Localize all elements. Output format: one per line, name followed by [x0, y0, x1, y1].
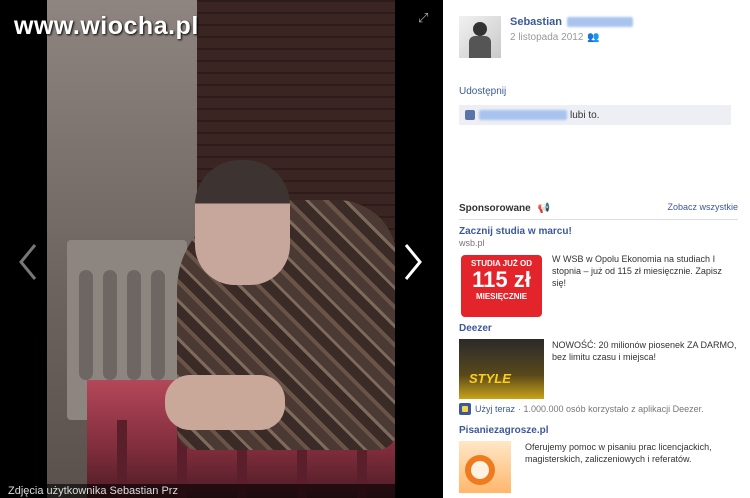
ad-wsb[interactable]: Zacznij studia w marcu! wsb.pl STUDIA JU…: [459, 226, 738, 319]
author-info: Sebastian 2 listopada 2012 👥: [510, 16, 633, 58]
person-head: [195, 160, 290, 285]
ad-title[interactable]: Pisaniezagrosze.pl: [459, 425, 738, 436]
ad-title[interactable]: Zacznij studia w marcu!: [459, 226, 738, 237]
previous-photo-button[interactable]: [13, 240, 43, 284]
album-caption[interactable]: Zdjęcia użytkownika Sebastian Prz: [0, 484, 443, 498]
column-flute: [79, 270, 93, 380]
ad-text: W WSB w Opolu Ekonomia na studiach I sto…: [552, 254, 722, 288]
post-author: Sebastian 2 listopada 2012 👥: [459, 0, 738, 58]
photo[interactable]: [47, 0, 395, 498]
column-flute: [127, 270, 141, 380]
sponsored-header: Sponsorowane 📢 Zobacz wszystkie: [459, 202, 738, 220]
ad-image[interactable]: STUDIA JUŻ OD 115 zł MIESIĘCZNIE: [459, 253, 544, 319]
avatar[interactable]: [459, 16, 501, 58]
date-text[interactable]: 2 listopada 2012: [510, 32, 583, 43]
share-link[interactable]: Udostępnij: [459, 86, 506, 97]
ad-text: NOWOŚĆ: 20 milionów piosenek ZA DARMO, b…: [552, 340, 737, 362]
person-hands: [165, 375, 285, 430]
deezer-app-icon: [459, 403, 471, 415]
ad-title[interactable]: Deezer: [459, 323, 738, 334]
ad-domain: wsb.pl: [459, 238, 485, 248]
promo-price: 115 zł: [472, 267, 531, 292]
redacted-surname: [566, 17, 633, 27]
chevron-left-icon: [19, 244, 37, 280]
ad-image[interactable]: [459, 441, 511, 493]
promo-line-3: MIESIĘCZNIE: [475, 292, 528, 301]
ad-pisaniezagrosze[interactable]: Pisaniezagrosze.pl Oferujemy pomoc w pis…: [459, 425, 738, 493]
photo-viewer: www.wiocha.pl ⤢ Zdjęcia użytkownika Seba…: [0, 0, 443, 498]
ad-body: STYLE NOWOŚĆ: 20 milionów piosenek ZA DA…: [459, 339, 738, 399]
author-name-link[interactable]: Sebastian: [510, 16, 633, 28]
likes-text: lubi to.: [570, 109, 600, 121]
post-date: 2 listopada 2012 👥: [510, 32, 633, 43]
redacted-liker-name[interactable]: [479, 110, 567, 120]
sponsored-title-wrap: Sponsorowane 📢: [459, 202, 550, 214]
site-watermark: www.wiocha.pl: [14, 12, 199, 40]
ad-deezer[interactable]: Deezer STYLE NOWOŚĆ: 20 milionów piosene…: [459, 323, 738, 415]
photo-lightbox: www.wiocha.pl ⤢ Zdjęcia użytkownika Seba…: [0, 0, 750, 498]
chevron-right-icon: [404, 244, 422, 280]
sponsored-title: Sponsorowane: [459, 203, 531, 214]
next-photo-button[interactable]: [398, 240, 428, 284]
column-flute: [151, 270, 165, 380]
ad-text: Oferujemy pomoc w pisaniu prac licencjac…: [525, 442, 712, 464]
friends-privacy-icon[interactable]: 👥: [587, 32, 599, 43]
likes-box: lubi to.: [459, 105, 731, 125]
column-flute: [103, 270, 117, 380]
ad-body: STUDIA JUŻ OD 115 zł MIESIĘCZNIE W WSB w…: [459, 253, 738, 319]
app-usage-line: Użyj teraz · 1.000.000 osób korzystało z…: [459, 403, 738, 415]
author-name: Sebastian: [510, 16, 562, 28]
fullscreen-icon[interactable]: ⤢: [418, 10, 428, 26]
see-all-link[interactable]: Zobacz wszystkie: [667, 202, 738, 214]
ad-body: Oferujemy pomoc w pisaniu prac licencjac…: [459, 441, 738, 493]
app-users-text: · 1.000.000 osób korzystało z aplikacji …: [518, 404, 704, 414]
megaphone-icon: 📢: [537, 203, 551, 214]
like-thumb-icon: [465, 110, 475, 120]
ad-image-text: STYLE: [469, 371, 511, 386]
ad-image[interactable]: STYLE: [459, 339, 544, 399]
photo-sidebar: Sebastian 2 listopada 2012 👥 Udostępnij …: [443, 0, 750, 498]
use-now-link[interactable]: Użyj teraz: [475, 404, 515, 414]
price-promo-badge: STUDIA JUŻ OD 115 zł MIESIĘCZNIE: [461, 255, 542, 317]
